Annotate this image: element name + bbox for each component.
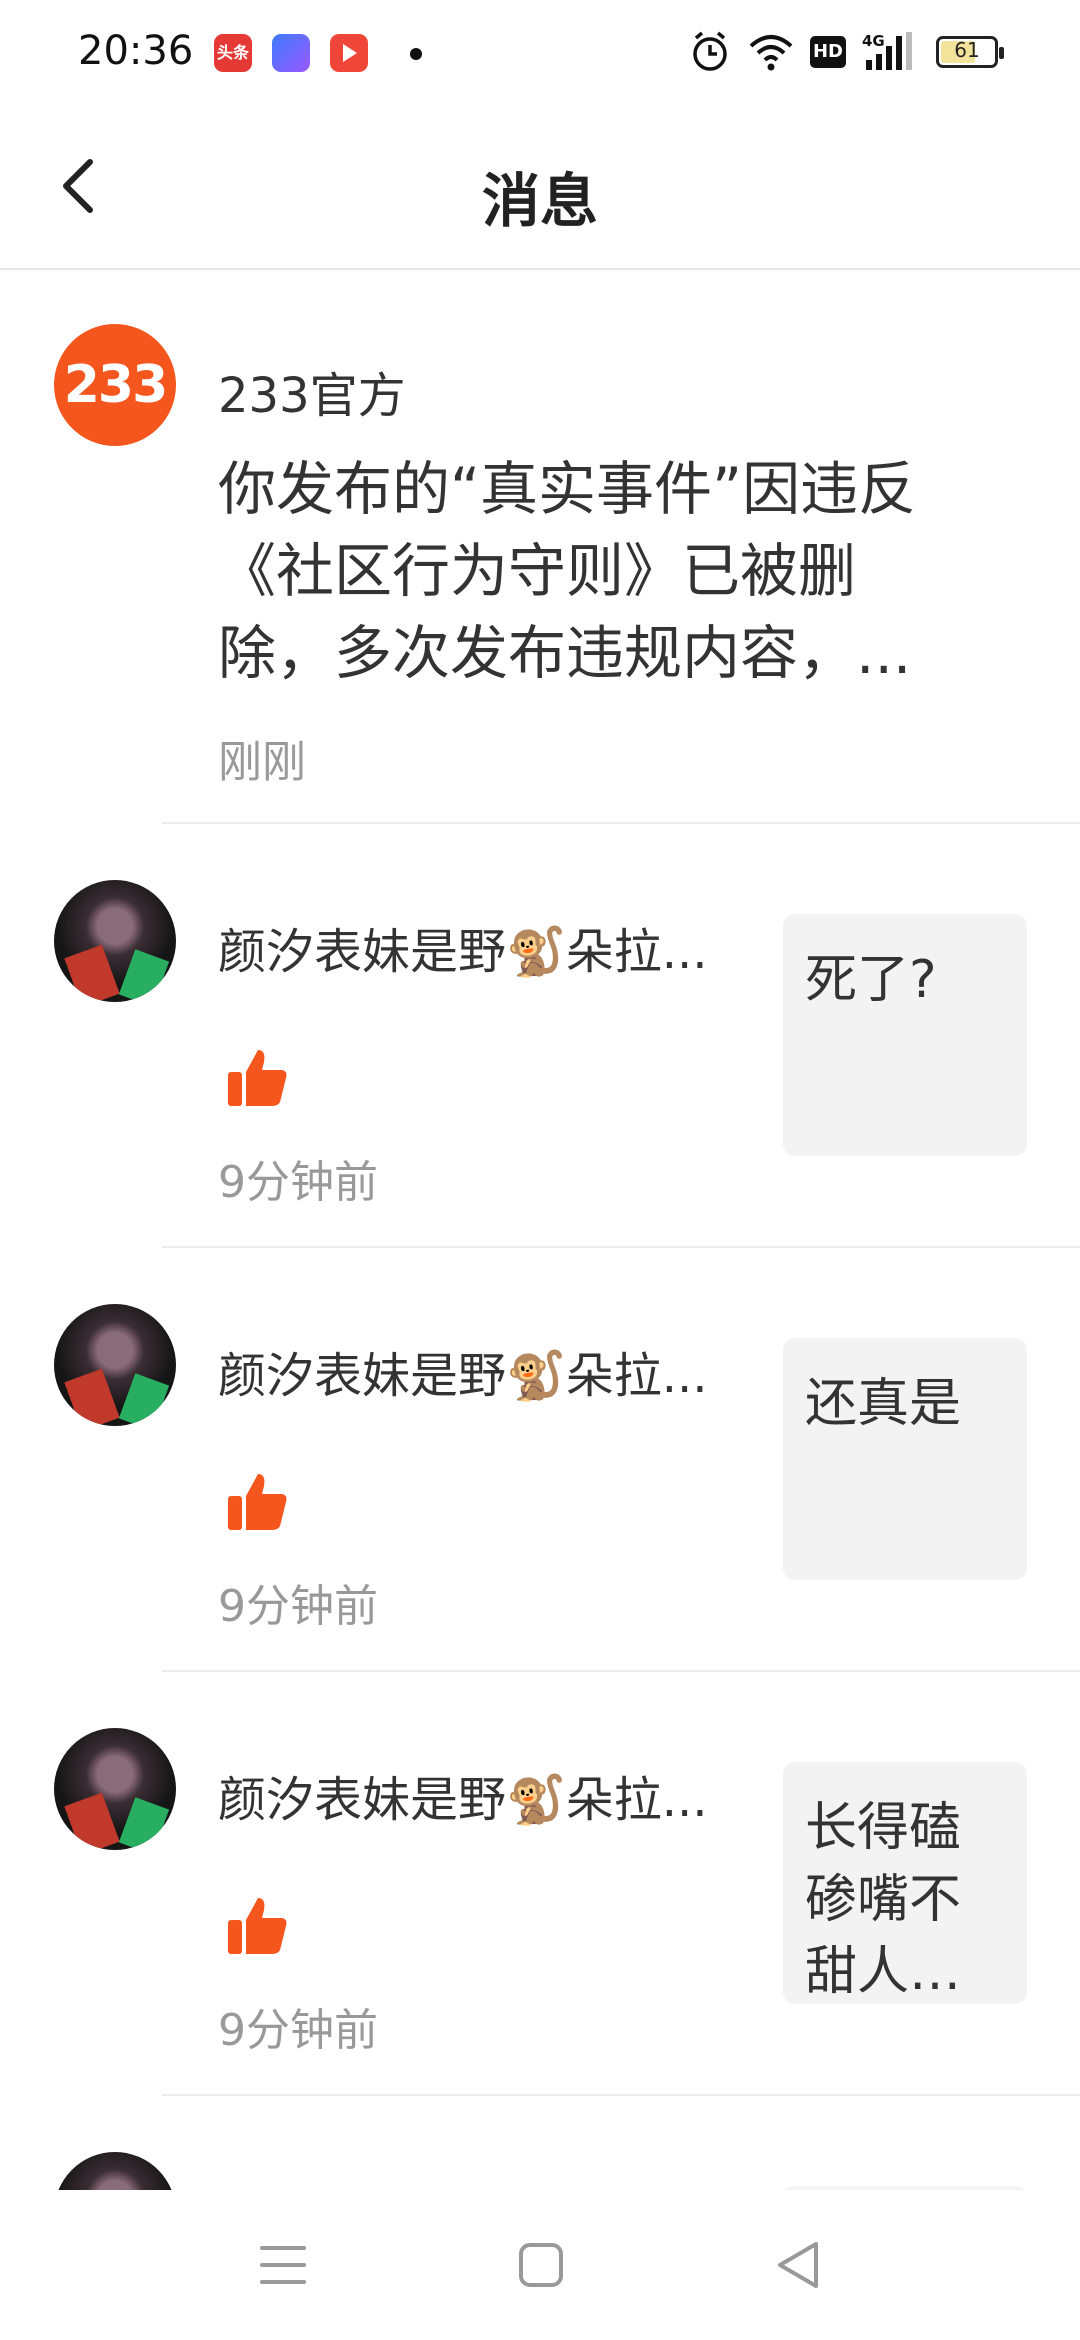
sender-name: 颜汐表妹是野🐒朵拉... — [218, 1772, 708, 1828]
like-notification-item[interactable]: 颜汐表妹是野🐒朵拉... 9分钟前 还真是 — [0, 1248, 1080, 1672]
hd-icon: HD — [810, 36, 846, 68]
menu-icon[interactable] — [248, 2230, 318, 2300]
svg-text:4G: 4G — [862, 32, 885, 50]
thumbs-up-icon — [228, 1050, 287, 1106]
official-message-item[interactable]: 233 233官方 你发布的“真实事件”因违反《社区行为守则》已被删除，多次发布… — [0, 272, 1080, 824]
quoted-comment-text: 死了? — [805, 950, 937, 1010]
thumbs-up-icon — [228, 1898, 287, 1954]
sender-name: 233官方 — [218, 368, 406, 424]
system-navigation-bar — [0, 2190, 1080, 2340]
toutiao-app-icon: 头条 — [214, 34, 252, 72]
avatar[interactable] — [54, 1304, 176, 1426]
battery-icon: 61 — [936, 36, 1004, 68]
cellular-signal-icon: 4G — [862, 32, 912, 70]
app-notification-icon — [272, 34, 310, 72]
thumbs-up-icon — [228, 1474, 287, 1530]
like-notification-item[interactable]: 颜汐表妹是野🐒朵拉... 9分钟前 长得磕碜嘴不甜人不... — [0, 1672, 1080, 2096]
avatar[interactable] — [54, 880, 176, 1002]
app-header: 消息 — [0, 110, 1080, 270]
sender-name: 颜汐表妹是野🐒朵拉... — [218, 924, 708, 980]
more-notifications-dot-icon — [410, 48, 422, 60]
notification-time: 9分钟前 — [218, 1581, 378, 1632]
avatar[interactable] — [54, 2152, 176, 2190]
notification-time: 9分钟前 — [218, 2005, 378, 2056]
message-time: 刚刚 — [218, 737, 306, 788]
like-notification-item-partial[interactable] — [0, 2096, 1080, 2190]
quoted-comment[interactable]: 长得磕碜嘴不甜人不... — [783, 1762, 1027, 2004]
quoted-comment-text: 长得磕碜嘴不甜人不... — [805, 1798, 962, 2002]
back-icon[interactable] — [764, 2230, 834, 2300]
quoted-comment-text: 还真是 — [805, 1374, 962, 1434]
battery-level: 61 — [954, 38, 980, 62]
message-text: 你发布的“真实事件”因违反《社区行为守则》已被删除，多次发布违规内容，... — [218, 455, 917, 687]
page-title: 消息 — [481, 167, 598, 235]
sender-name: 颜汐表妹是野🐒朵拉... — [218, 1348, 708, 1404]
quoted-comment[interactable]: 还真是 — [783, 1338, 1027, 1580]
status-bar: 20:36 头条 HD 4G 61 — [0, 0, 1080, 110]
avatar[interactable] — [54, 1728, 176, 1850]
video-app-icon — [330, 34, 368, 72]
like-notification-item[interactable]: 颜汐表妹是野🐒朵拉... 9分钟前 死了? — [0, 824, 1080, 1248]
official-avatar[interactable]: 233 — [54, 324, 176, 446]
notification-time: 9分钟前 — [218, 1157, 378, 1208]
wifi-icon — [749, 35, 793, 71]
status-time: 20:36 — [78, 28, 194, 74]
alarm-icon — [693, 31, 727, 71]
home-icon[interactable] — [506, 2230, 576, 2300]
quoted-comment[interactable]: 死了? — [783, 914, 1027, 1156]
